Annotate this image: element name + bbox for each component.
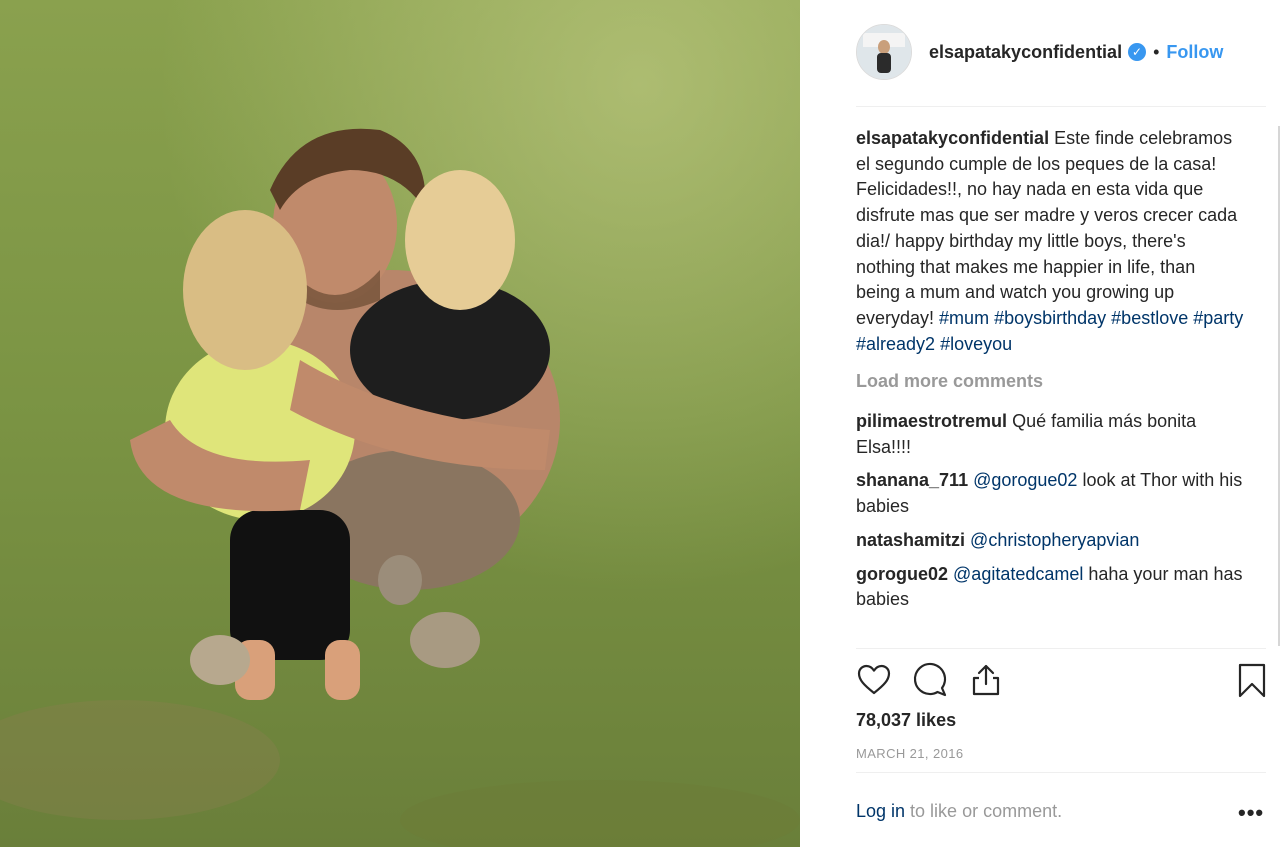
comment-mention[interactable]: @gorogue02	[973, 470, 1077, 490]
verified-badge-icon: ✓	[1128, 43, 1147, 61]
comment-username[interactable]: gorogue02	[856, 564, 948, 584]
divider	[856, 772, 1266, 773]
photo-image	[0, 0, 800, 847]
load-more-comments-button[interactable]: Load more comments	[856, 369, 1244, 395]
follow-button[interactable]: Follow	[1166, 42, 1223, 63]
hashtag[interactable]: #loveyou	[940, 334, 1012, 354]
comment: shanana_711 @gorogue02 look at Thor with…	[856, 468, 1244, 519]
post-sidebar: elsapatakyconfidential ✓ • Follow elsapa…	[800, 0, 1280, 847]
comment-username[interactable]: shanana_711	[856, 470, 968, 490]
heart-icon[interactable]	[856, 662, 892, 698]
comments-list[interactable]: elsapatakyconfidential Este finde celebr…	[856, 126, 1244, 648]
comment-mention[interactable]: @christopheryapvian	[970, 530, 1139, 550]
comment: pilimaestrotremul Qué familia más bonita…	[856, 409, 1244, 460]
separator-dot: •	[1153, 41, 1160, 62]
hashtag[interactable]: #boysbirthday	[994, 308, 1106, 328]
share-upload-icon[interactable]	[968, 662, 1004, 698]
login-link[interactable]: Log in	[856, 801, 905, 821]
post-date: MARCH 21, 2016	[856, 746, 964, 761]
username[interactable]: elsapatakyconfidential	[929, 42, 1122, 63]
comment-bubble-icon[interactable]	[912, 662, 948, 698]
comment-username[interactable]: pilimaestrotremul	[856, 411, 1007, 431]
post-header: elsapatakyconfidential ✓ • Follow	[856, 22, 1266, 82]
more-options-button[interactable]: •••	[1238, 800, 1264, 826]
comment: natashamitzi @christopheryapvian	[856, 528, 1244, 554]
divider	[856, 648, 1266, 649]
hashtag[interactable]: #mum	[939, 308, 989, 328]
login-prompt: Log in to like or comment.	[856, 801, 1062, 822]
bookmark-icon[interactable]	[1234, 662, 1270, 698]
hashtag[interactable]: #already2	[856, 334, 935, 354]
login-prompt-text: to like or comment.	[905, 801, 1063, 821]
comment-mention[interactable]: @agitatedcamel	[953, 564, 1083, 584]
divider	[856, 106, 1266, 107]
hashtag[interactable]: #bestlove	[1111, 308, 1188, 328]
comment: gorogue02 @agitatedcamel haha your man h…	[856, 562, 1244, 613]
post-photo[interactable]	[0, 0, 800, 847]
avatar[interactable]	[856, 24, 912, 80]
caption-text: Este finde celebramos el segundo cumple …	[856, 128, 1238, 328]
caption-username[interactable]: elsapatakyconfidential	[856, 128, 1049, 148]
caption: elsapatakyconfidential Este finde celebr…	[856, 126, 1244, 357]
hashtag[interactable]: #party	[1193, 308, 1243, 328]
comment-username[interactable]: natashamitzi	[856, 530, 965, 550]
likes-count[interactable]: 78,037 likes	[856, 710, 956, 731]
action-bar	[856, 662, 1266, 702]
